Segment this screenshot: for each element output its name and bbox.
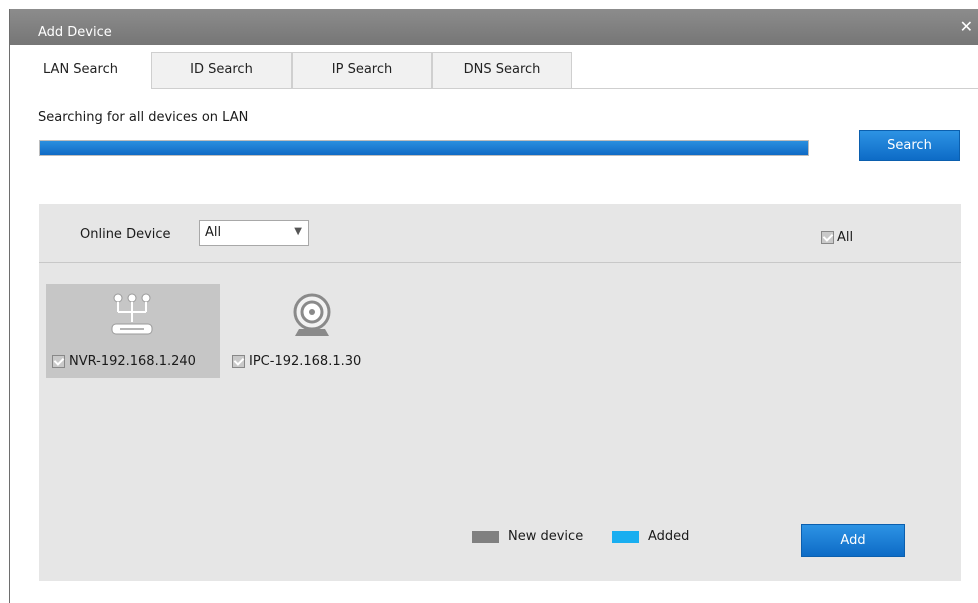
legend-swatch-added [612, 530, 639, 543]
close-icon[interactable]: ✕ [960, 19, 973, 35]
device-list-panel: Online Device All ▼ All NVR-192.168.1.24… [39, 204, 961, 581]
online-device-label: Online Device [80, 227, 171, 242]
tab-strip-line [572, 88, 978, 89]
select-all-checkbox-row[interactable]: All [821, 230, 853, 245]
chevron-down-icon: ▼ [294, 226, 302, 237]
legend-added: Added [612, 529, 689, 544]
panel-divider [39, 262, 961, 263]
device-checkbox[interactable] [232, 355, 245, 368]
legend-new-device: New device [472, 529, 583, 544]
select-all-checkbox[interactable] [821, 231, 834, 244]
device-checkbox-row[interactable]: NVR-192.168.1.240 [52, 354, 196, 369]
nvr-network-icon [46, 290, 220, 342]
tab-dns-search[interactable]: DNS Search [432, 52, 572, 89]
device-tile-ipc[interactable]: IPC-192.168.1.30 [226, 284, 400, 378]
search-progress-bar [39, 140, 809, 156]
search-button[interactable]: Search [859, 130, 960, 161]
legend-label: New device [508, 529, 584, 544]
device-checkbox[interactable] [52, 355, 65, 368]
dialog-titlebar: Add Device ✕ [10, 9, 978, 45]
device-checkbox-row[interactable]: IPC-192.168.1.30 [232, 354, 361, 369]
search-status-text: Searching for all devices on LAN [38, 110, 249, 125]
add-device-dialog: Add Device ✕ LAN Search ID Search IP Sea… [9, 9, 978, 603]
legend-swatch-new-device [472, 530, 499, 543]
search-progress-fill [40, 141, 808, 155]
tab-id-search[interactable]: ID Search [151, 52, 292, 89]
legend-label: Added [648, 529, 690, 544]
select-all-label: All [837, 230, 854, 245]
add-button[interactable]: Add [801, 524, 905, 557]
tab-lan-search[interactable]: LAN Search [10, 52, 151, 89]
device-tile-nvr[interactable]: NVR-192.168.1.240 [46, 284, 220, 378]
device-label: NVR-192.168.1.240 [69, 354, 196, 369]
device-filter-value: All [205, 225, 222, 240]
device-label: IPC-192.168.1.30 [249, 354, 362, 369]
dialog-title: Add Device [38, 25, 112, 40]
tab-ip-search[interactable]: IP Search [292, 52, 432, 89]
device-filter-select[interactable]: All ▼ [199, 220, 309, 246]
search-tabs: LAN Search ID Search IP Search DNS Searc… [10, 52, 978, 89]
ip-camera-icon [226, 290, 400, 342]
